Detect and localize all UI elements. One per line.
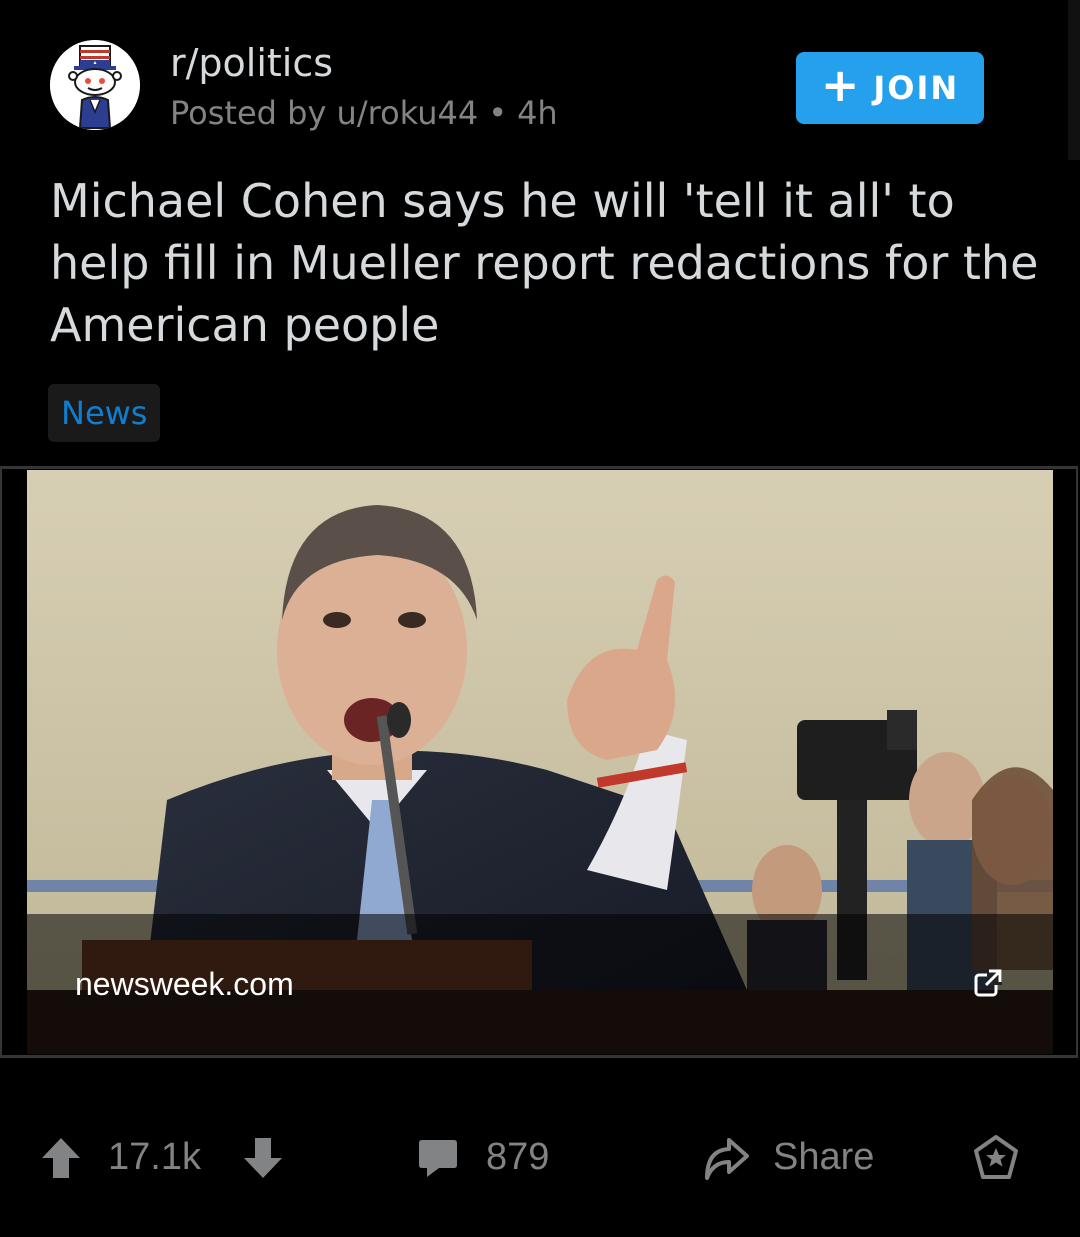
post-action-bar: 17.1k 879 Share [0,1110,1080,1205]
upvote-arrow-icon[interactable] [38,1110,84,1205]
downvote-arrow-icon[interactable] [240,1110,286,1205]
subreddit-avatar-icon[interactable] [50,40,140,130]
posted-by-link[interactable]: Posted by u/roku44 [170,94,478,132]
link-preview-thumbnail[interactable]: newsweek.com [27,470,1053,1054]
post-header: r/politics Posted by u/roku44 • 4h + JOIN [0,0,1080,160]
vote-score: 17.1k [108,1136,201,1178]
share-arrow-icon[interactable] [702,1110,750,1205]
external-link-icon[interactable] [973,968,1003,998]
award-star-icon[interactable] [972,1110,1020,1205]
post-title[interactable]: Michael Cohen says he will 'tell it all'… [50,170,1040,356]
scrollbar-edge [1068,0,1080,160]
link-domain[interactable]: newsweek.com [75,966,294,1003]
share-label[interactable]: Share [773,1110,874,1205]
join-label: JOIN [873,69,960,107]
post-flair[interactable]: News [48,384,161,442]
post-age: 4h [517,94,558,132]
plus-icon: + [820,58,862,112]
join-button[interactable]: + JOIN [796,52,984,124]
meta-separator: • [488,94,508,132]
comment-count[interactable]: 879 [486,1110,549,1205]
comment-bubble-icon[interactable] [416,1110,460,1205]
subreddit-name[interactable]: r/politics [170,40,333,86]
post-meta: Posted by u/roku44 • 4h [170,92,558,134]
